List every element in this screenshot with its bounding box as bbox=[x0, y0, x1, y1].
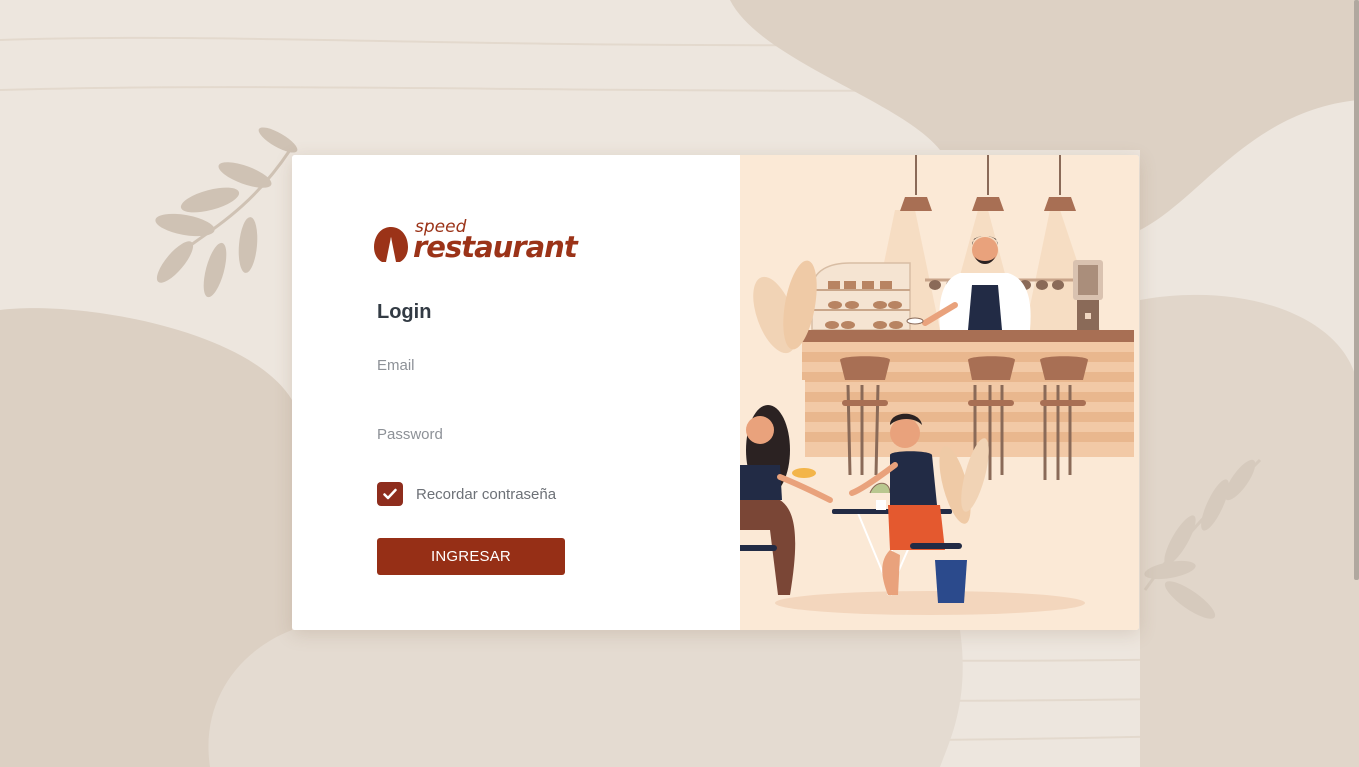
remember-password-row: Recordar contraseña bbox=[377, 481, 556, 507]
coffee-counter bbox=[802, 330, 1134, 457]
password-input[interactable] bbox=[377, 420, 567, 448]
remember-password-checkbox[interactable] bbox=[377, 482, 403, 506]
checkmark-icon bbox=[383, 488, 397, 500]
cafe-illustration bbox=[690, 155, 1139, 630]
email-input[interactable] bbox=[377, 351, 567, 379]
illustration-panel bbox=[690, 155, 1139, 630]
remember-password-label[interactable]: Recordar contraseña bbox=[416, 486, 556, 503]
coffee-grinder bbox=[1073, 260, 1103, 330]
login-panel: speed restaurant Login Recordar contrase… bbox=[292, 155, 740, 630]
login-title: Login bbox=[377, 301, 432, 323]
page-scrollbar[interactable] bbox=[1354, 0, 1359, 580]
login-card: speed restaurant Login Recordar contrase… bbox=[292, 155, 1139, 630]
logo-name-text: restaurant bbox=[413, 230, 578, 264]
brand-logo: speed restaurant bbox=[372, 217, 578, 265]
login-submit-button[interactable]: INGRESAR bbox=[377, 538, 565, 575]
pastry-display bbox=[811, 262, 911, 331]
logo-mark-icon bbox=[374, 227, 408, 262]
